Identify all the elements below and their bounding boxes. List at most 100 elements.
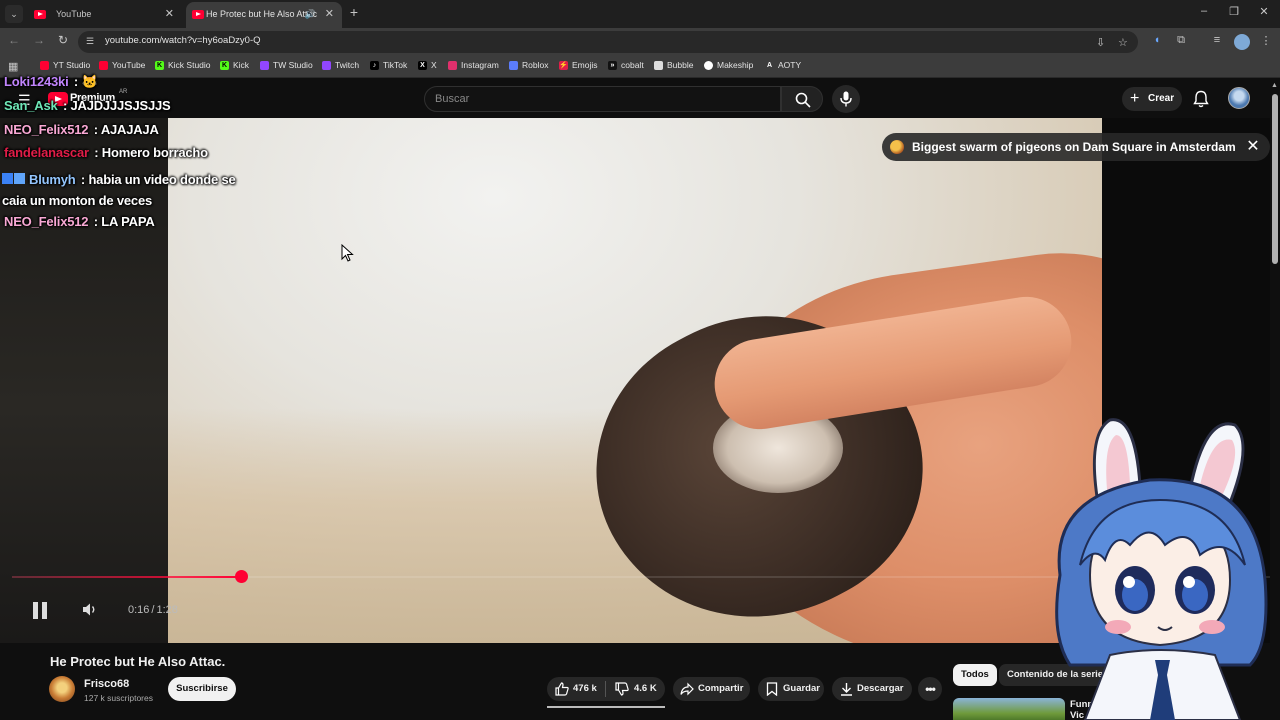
forward-arrow-icon[interactable]: → bbox=[31, 33, 47, 47]
channel-name[interactable]: Frisco68 bbox=[84, 678, 129, 690]
video-frame[interactable] bbox=[168, 118, 1102, 643]
like-ratio-bar bbox=[547, 706, 665, 708]
restore-icon[interactable]: ❐ bbox=[1226, 5, 1242, 18]
filter-chip-all[interactable]: Todos bbox=[953, 664, 997, 686]
share-button[interactable]: Compartir bbox=[673, 677, 750, 701]
share-label: Compartir bbox=[698, 683, 744, 694]
thumbs-up-icon[interactable] bbox=[555, 682, 569, 696]
progress-scrubber[interactable] bbox=[234, 570, 248, 583]
duration: 1:28 bbox=[156, 604, 178, 616]
chat-text: AJAJAJA bbox=[100, 122, 159, 137]
bookmark-kick-studio[interactable]: K Kick Studio bbox=[155, 60, 211, 70]
site-info-icon[interactable]: ☰ bbox=[86, 36, 98, 48]
youtube-favicon-icon bbox=[34, 10, 46, 19]
browser-menu-icon[interactable]: ⋮ bbox=[1259, 34, 1273, 47]
screen: ⌄ YouTube ✕ He Protec but He Also Attac … bbox=[0, 0, 1280, 720]
share-arrow-icon bbox=[680, 682, 694, 696]
like-count[interactable]: 476 k bbox=[573, 677, 597, 701]
makeship-icon bbox=[704, 60, 713, 70]
download-label: Descargar bbox=[857, 683, 904, 694]
bookmark-cobalt[interactable]: » cobalt bbox=[608, 60, 644, 70]
install-app-icon[interactable]: ⇩ bbox=[1096, 36, 1105, 49]
pause-button[interactable] bbox=[33, 602, 47, 619]
reload-icon[interactable]: ↻ bbox=[55, 33, 71, 47]
twitch-icon bbox=[322, 60, 331, 70]
extension-icon[interactable]: ◖ bbox=[1150, 34, 1164, 46]
browser-toolbar: ← → ↻ ☰ youtube.com/watch?v=hy6oaDzy0-Q … bbox=[0, 28, 1280, 56]
time-display: 0:16/1:28 bbox=[128, 604, 178, 616]
bookmark-x[interactable]: XX bbox=[418, 60, 437, 70]
bookmark-yt-studio[interactable]: YT Studio bbox=[40, 60, 90, 70]
browser-profile-icon[interactable] bbox=[1234, 34, 1250, 50]
voice-search-button[interactable] bbox=[832, 85, 860, 113]
dislike-count[interactable]: 4.6 K bbox=[634, 677, 657, 701]
notifications-bell-icon[interactable] bbox=[1193, 90, 1209, 108]
apps-grid-icon[interactable]: ▦ bbox=[8, 60, 18, 73]
tab-current-video[interactable]: He Protec but He Also Attac 🔊 ✕ bbox=[186, 2, 342, 28]
search-input[interactable]: Buscar bbox=[424, 86, 781, 112]
roblox-icon bbox=[509, 60, 518, 70]
pause-bar-left bbox=[33, 602, 38, 619]
bookmark-emojis[interactable]: ⚡ Emojis bbox=[559, 60, 598, 70]
subscribe-button[interactable]: Suscribirse bbox=[168, 677, 236, 701]
chat-username: fandelanascar bbox=[4, 145, 89, 160]
tab-youtube[interactable]: YouTube ✕ bbox=[26, 2, 182, 28]
more-actions-icon[interactable]: ••• bbox=[918, 677, 942, 701]
search-icon bbox=[795, 92, 811, 108]
page-scrollbar[interactable]: ▲ bbox=[1270, 80, 1280, 720]
like-dislike-group: 476 k 4.6 K bbox=[547, 677, 665, 701]
media-control-icon[interactable]: ≡ bbox=[1210, 34, 1224, 46]
bookmark-roblox[interactable]: Roblox bbox=[509, 60, 548, 70]
chat-text: JAJDJJJSJSJJS bbox=[70, 98, 171, 113]
chat-text: LA PAPA bbox=[101, 214, 155, 229]
close-chip-icon[interactable]: ✕ bbox=[1246, 133, 1259, 161]
bookmark-star-icon[interactable]: ☆ bbox=[1118, 36, 1128, 49]
suggested-video-chip[interactable]: Biggest swarm of pigeons on Dam Square i… bbox=[882, 133, 1270, 161]
create-button[interactable]: + Crear bbox=[1122, 87, 1182, 111]
bookmark-aoty[interactable]: A AOTY bbox=[765, 60, 801, 70]
bookmark-kick[interactable]: K Kick bbox=[220, 60, 249, 70]
aoty-icon: A bbox=[766, 61, 773, 69]
back-arrow-icon[interactable]: ← bbox=[6, 33, 22, 47]
close-tab-icon[interactable]: ✕ bbox=[165, 2, 174, 26]
extensions-puzzle-icon[interactable]: ⧉ bbox=[1174, 34, 1188, 47]
bookmark-instagram[interactable]: Instagram bbox=[448, 60, 499, 70]
time-separator: / bbox=[151, 604, 155, 616]
thumbs-down-icon[interactable] bbox=[615, 682, 629, 696]
download-button[interactable]: Descargar bbox=[832, 677, 912, 701]
minimize-icon[interactable]: – bbox=[1196, 5, 1212, 17]
account-avatar[interactable] bbox=[1228, 87, 1250, 109]
blush-right bbox=[1199, 620, 1225, 634]
window-close-icon[interactable]: ✕ bbox=[1256, 5, 1272, 18]
volume-icon[interactable] bbox=[82, 602, 99, 617]
bookmarks-bar: ▦ YT Studio YouTube K Kick Studio K Kick T… bbox=[0, 56, 1280, 78]
bookmark-bubble[interactable]: Bubble bbox=[654, 60, 693, 70]
pause-bar-right bbox=[42, 602, 47, 619]
channel-avatar[interactable] bbox=[49, 676, 75, 702]
chat-text: Homero borracho bbox=[101, 145, 208, 160]
chat-username: San_Ask bbox=[4, 98, 58, 113]
bookmark-tw-studio[interactable]: TW Studio bbox=[260, 60, 313, 70]
search-button[interactable] bbox=[781, 86, 823, 112]
chat-message: NEO_Felix512 : AJAJAJA bbox=[4, 122, 159, 137]
scroll-up-arrow-icon[interactable]: ▲ bbox=[1271, 82, 1278, 89]
bookmark-tiktok[interactable]: ♪ TikTok bbox=[370, 60, 407, 70]
create-label: Crear bbox=[1148, 93, 1175, 104]
audio-playing-icon[interactable]: 🔊 bbox=[305, 2, 316, 26]
save-button[interactable]: Guardar bbox=[758, 677, 824, 701]
bookmark-youtube[interactable]: YouTube bbox=[99, 60, 145, 70]
chat-message: fandelanascar : Homero borracho bbox=[4, 145, 208, 160]
tab-search-chevron-icon[interactable]: ⌄ bbox=[5, 5, 23, 23]
bookmark-twitch[interactable]: Twitch bbox=[322, 60, 359, 70]
address-bar[interactable]: ☰ youtube.com/watch?v=hy6oaDzy0-Q ⇩ ☆ bbox=[78, 31, 1138, 53]
scrollbar-thumb[interactable] bbox=[1272, 94, 1278, 264]
instagram-icon bbox=[448, 60, 457, 70]
twitch-icon bbox=[260, 60, 269, 70]
bookmark-makeship[interactable]: Makeship bbox=[704, 60, 753, 70]
new-tab-plus-icon[interactable]: + bbox=[347, 4, 361, 20]
chat-badge-icon bbox=[2, 173, 13, 184]
tab-title: He Protec but He Also Attac bbox=[206, 9, 318, 19]
emojis-icon: ⚡ bbox=[559, 60, 568, 70]
close-tab-icon[interactable]: ✕ bbox=[325, 2, 334, 26]
plus-icon: + bbox=[1130, 90, 1140, 107]
